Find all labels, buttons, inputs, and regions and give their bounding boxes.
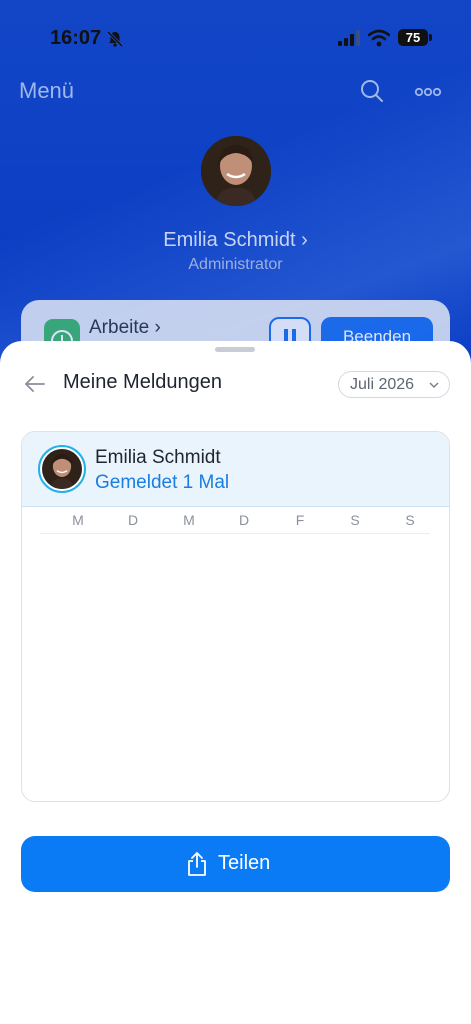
status-time: 16:07 (50, 27, 102, 49)
weekday-label: M (183, 512, 195, 528)
weekday-label: D (238, 512, 250, 528)
weekday-label: D (127, 512, 139, 528)
avatar[interactable] (38, 445, 86, 493)
profile-photo (201, 136, 271, 206)
weekday-label: S (405, 512, 415, 528)
user-name: Emilia Schmidt (95, 447, 221, 468)
page-title: Menü (19, 78, 75, 103)
report-card: Emilia Schmidt Gemeldet 1 Mal M D M D F … (21, 431, 450, 802)
report-count: Gemeldet 1 Mal (95, 472, 230, 493)
weekday-header: M D M D F S S (40, 512, 430, 534)
chevron-right-icon: › (154, 317, 161, 338)
month-label: Juli 2026 (350, 376, 415, 393)
weekday-label: S (350, 512, 360, 528)
sheet-grabber[interactable] (215, 347, 255, 352)
back-arrow-icon[interactable] (24, 373, 46, 395)
report-header: Emilia Schmidt Gemeldet 1 Mal (22, 432, 449, 507)
profile-role: Administrator (188, 256, 283, 273)
share-button[interactable]: Teilen (21, 836, 450, 892)
month-dropdown[interactable]: Juli 2026 (338, 371, 450, 398)
chevron-right-icon: › (301, 229, 308, 251)
weekday-label: M (72, 512, 84, 528)
bottom-sheet: Meine Meldungen Juli 2026 Emilia Schmidt… (0, 341, 471, 1024)
chevron-down-icon (429, 382, 439, 389)
more-icon[interactable] (414, 86, 442, 98)
share-icon (188, 852, 206, 876)
work-status-label[interactable]: Arbeite › (89, 317, 161, 339)
status-bar: 16:07 75 (0, 0, 471, 76)
sheet-title: Meine Meldungen (63, 371, 222, 393)
avatar[interactable] (201, 136, 271, 206)
signal-icon (338, 30, 360, 46)
bell-slash-icon (106, 30, 124, 48)
wifi-icon (368, 29, 390, 47)
battery-icon: 75 (398, 29, 432, 46)
profile-name[interactable]: Emilia Schmidt › (0, 229, 471, 252)
weekday-label: F (295, 512, 305, 528)
share-label: Teilen (218, 852, 271, 874)
profile-name-text: Emilia Schmidt (163, 229, 296, 251)
search-icon[interactable] (360, 79, 384, 103)
user-photo (42, 449, 82, 489)
